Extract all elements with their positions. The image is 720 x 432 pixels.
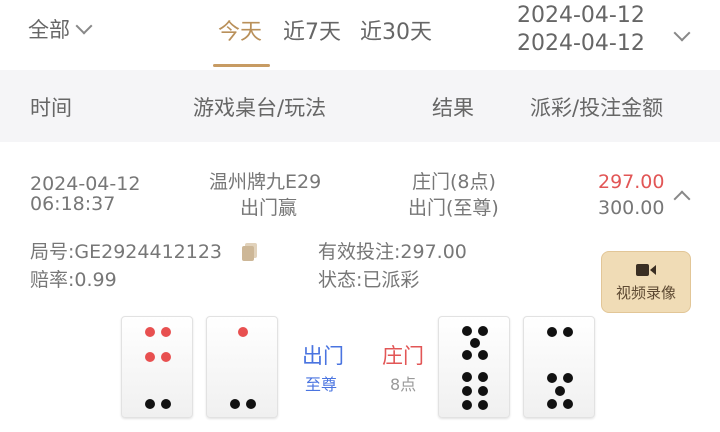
header-table-play: 游戏桌台/玩法 xyxy=(193,96,327,120)
header-time: 时间 xyxy=(30,96,72,120)
all-filter-label: 全部 xyxy=(28,18,70,42)
bet-amount: 300.00 xyxy=(598,197,665,219)
date-end: 2024-04-12 xyxy=(517,31,645,56)
banker-tile-2 xyxy=(523,316,595,418)
tab-7-days[interactable]: 近7天 xyxy=(283,14,341,46)
header-result: 结果 xyxy=(432,96,474,120)
chevron-down-icon xyxy=(673,24,691,42)
record-time: 06:18:37 xyxy=(30,193,116,215)
round-number: 局号:GE2924412123 xyxy=(30,241,223,263)
player-hand-name: 出门 xyxy=(302,344,344,368)
collapse-toggle[interactable] xyxy=(673,190,691,209)
video-replay-label: 视频录像 xyxy=(615,283,676,302)
record-date: 2024-04-12 xyxy=(30,173,141,195)
tab-30-days[interactable]: 近30天 xyxy=(360,14,432,46)
video-replay-button[interactable]: 视频录像 xyxy=(601,251,691,313)
payout-amount: 297.00 xyxy=(598,171,665,193)
date-range-picker[interactable]: 2024-04-12 2024-04-12 xyxy=(517,2,645,58)
result-player: 出门(至尊) xyxy=(408,197,499,219)
video-camera-icon xyxy=(636,263,656,276)
player-tile-2 xyxy=(206,316,278,418)
chevron-down-icon xyxy=(75,17,93,35)
banker-hand-desc: 8点 xyxy=(390,375,417,394)
all-filter-dropdown[interactable]: 全部 xyxy=(28,14,93,44)
odds: 赔率:0.99 xyxy=(30,269,117,291)
tab-today[interactable]: 今天 xyxy=(218,14,262,46)
banker-hand-name: 庄门 xyxy=(382,344,424,368)
header-payout-bet: 派彩/投注金额 xyxy=(530,96,664,120)
active-tab-indicator xyxy=(213,64,270,67)
record-play: 出门赢 xyxy=(240,197,298,219)
player-hand-desc: 至尊 xyxy=(305,375,338,394)
status: 状态:已派彩 xyxy=(318,269,420,291)
player-tile-1 xyxy=(121,316,193,418)
banker-tile-1 xyxy=(438,316,510,418)
record-table: 温州牌九E29 xyxy=(209,171,322,193)
date-range-chevron[interactable] xyxy=(673,24,691,43)
date-start: 2024-04-12 xyxy=(517,3,645,28)
result-banker: 庄门(8点) xyxy=(412,171,496,193)
chevron-up-icon xyxy=(673,190,691,208)
copy-icon[interactable] xyxy=(242,243,258,261)
valid-bet: 有效投注:297.00 xyxy=(318,241,467,263)
